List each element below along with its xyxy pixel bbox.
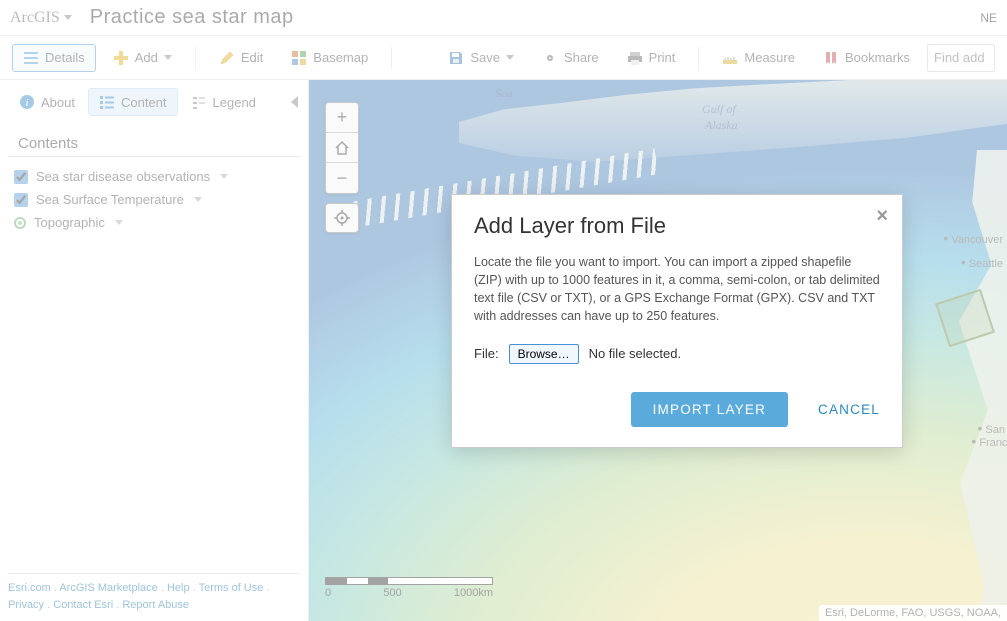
file-label: File: (474, 346, 499, 361)
modal-body-text: Locate the file you want to import. You … (474, 253, 880, 326)
close-button[interactable]: × (876, 205, 888, 228)
browse-button[interactable]: Browse… (509, 344, 579, 364)
cancel-button[interactable]: CANCEL (818, 402, 880, 417)
modal-title: Add Layer from File (474, 213, 880, 239)
import-layer-button[interactable]: IMPORT LAYER (631, 392, 788, 427)
file-status: No file selected. (589, 346, 682, 361)
add-layer-modal: × Add Layer from File Locate the file yo… (451, 194, 903, 448)
